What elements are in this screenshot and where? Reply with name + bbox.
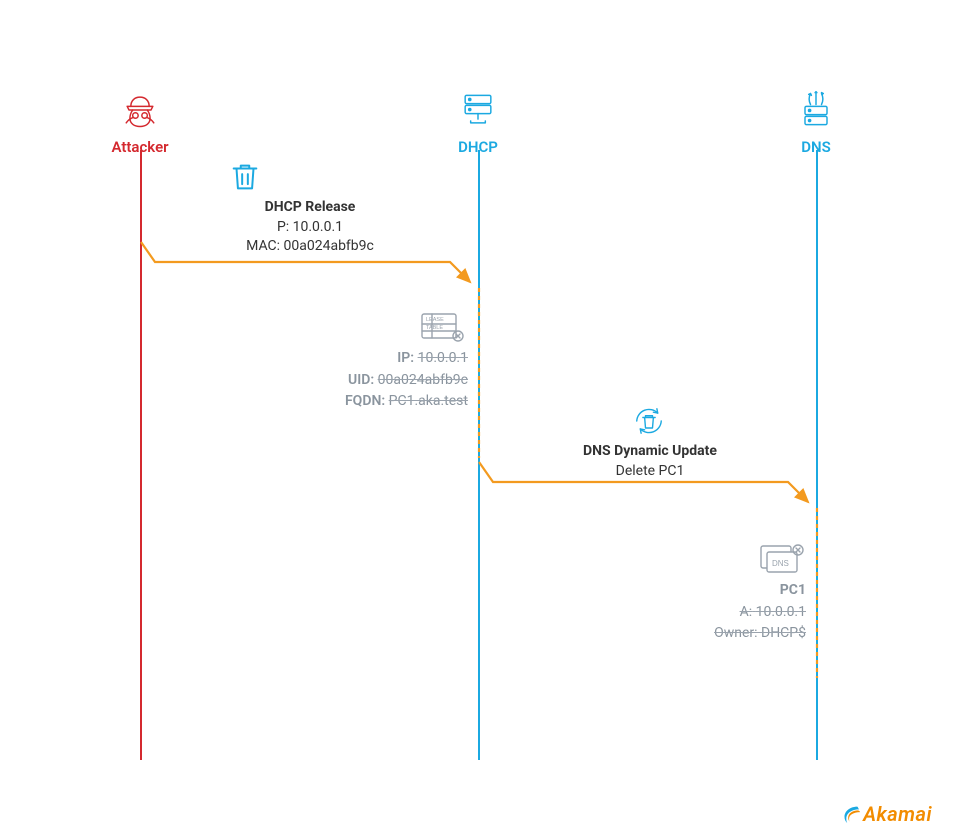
actor-dns: DNS [736, 88, 896, 156]
msg1-line2: MAC: 00a024abfb9c [246, 238, 374, 254]
dns-update-icon [628, 400, 670, 446]
lifeline-dhcp [478, 150, 480, 760]
msg-dns-update: DNS Dynamic Update Delete PC1 [520, 442, 780, 481]
dhcp-server-icon [398, 88, 558, 132]
lease-uid-value: 00a024abfb9c [378, 372, 468, 388]
dns-a-label: A: [740, 604, 753, 620]
brand-watermark: Akamai [839, 802, 932, 826]
lease-uid-label: UID: [348, 372, 374, 388]
svg-text:TABLE: TABLE [426, 325, 443, 331]
lease-table-entry: IP: 10.0.0.1 UID: 00a024abfb9c FQDN: PC1… [300, 348, 468, 413]
dns-a-value: 10.0.0.1 [756, 604, 806, 620]
lease-fqdn-label: FQDN: [345, 393, 385, 409]
lease-ip-label: IP: [397, 350, 414, 366]
trash-icon [225, 160, 265, 198]
msg-dhcp-release: DHCP Release P: 10.0.0.1 MAC: 00a024abfb… [180, 198, 440, 257]
sequence-diagram: Attacker DHCP [0, 0, 960, 840]
dns-owner-label: Owner: [714, 625, 757, 641]
msg2-title: DNS Dynamic Update [583, 443, 717, 459]
dns-owner-value: DHCP$ [761, 625, 806, 641]
attacker-icon [60, 88, 220, 132]
lease-ip-value: 10.0.0.1 [418, 350, 468, 366]
dns-record-icon: DNS [758, 540, 806, 580]
lease-fqdn-value: PC1.aka.test [389, 393, 468, 409]
akamai-swoosh-icon [839, 803, 861, 825]
msg2-line1: Delete PC1 [616, 463, 685, 479]
actor-dhcp: DHCP [398, 88, 558, 156]
dns-record-entry: PC1 A: 10.0.0.1 Owner: DHCP$ [650, 580, 806, 645]
lifeline-dns [816, 150, 818, 760]
dns-server-icon [736, 88, 896, 132]
msg1-line1: P: 10.0.0.1 [277, 219, 343, 235]
brand-name: Akamai [863, 802, 932, 826]
lifeline-attacker [140, 150, 142, 760]
actor-attacker: Attacker [60, 88, 220, 156]
dns-host: PC1 [650, 580, 806, 602]
lease-table-icon: LEASE TABLE [418, 310, 466, 350]
msg1-title: DHCP Release [265, 199, 356, 215]
svg-text:DNS: DNS [772, 559, 789, 568]
svg-text:LEASE: LEASE [426, 317, 444, 323]
